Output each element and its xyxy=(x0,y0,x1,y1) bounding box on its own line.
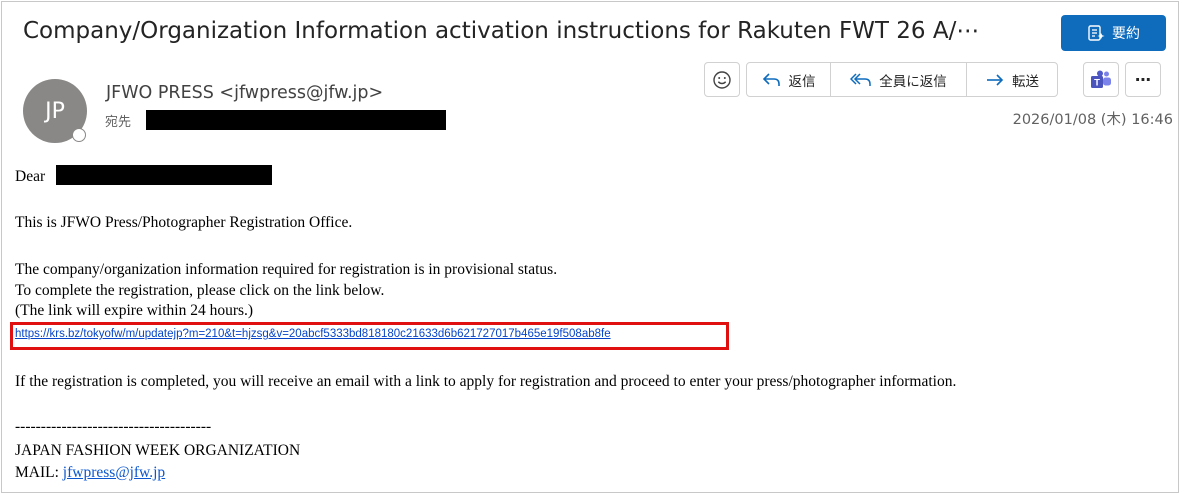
emoji-icon xyxy=(712,70,732,90)
forward-label: 転送 xyxy=(1012,73,1039,90)
recipient-redacted xyxy=(146,110,446,130)
teams-group: T xyxy=(1083,62,1119,97)
summary-icon xyxy=(1087,24,1105,42)
more-actions-button[interactable]: ⋯ xyxy=(1125,62,1161,97)
body-line-status: The company/organization information req… xyxy=(15,261,558,278)
reply-label: 返信 xyxy=(788,73,816,90)
avatar-initials: JP xyxy=(45,98,65,124)
reply-all-icon xyxy=(850,72,872,88)
greeting-name-redacted xyxy=(56,165,272,185)
to-label: 宛先 xyxy=(105,115,132,130)
signature-mail: MAIL: jfwpress@jfw.jp xyxy=(15,463,165,482)
reply-all-button[interactable]: 全員に返信 xyxy=(830,62,967,97)
reply-icon xyxy=(762,72,782,88)
emoji-group xyxy=(704,62,740,97)
summarize-label: 要約 xyxy=(1112,26,1140,42)
reply-all-label: 全員に返信 xyxy=(879,73,947,90)
more-icon: ⋯ xyxy=(1135,70,1151,89)
reply-button[interactable]: 返信 xyxy=(746,62,831,97)
more-group: ⋯ xyxy=(1125,62,1161,97)
mail-address-link[interactable]: jfwpress@jfw.jp xyxy=(63,464,165,481)
presence-status-icon xyxy=(72,128,86,142)
email-subject: Company/Organization Information activat… xyxy=(23,18,980,44)
svg-text:T: T xyxy=(1094,77,1100,88)
highlight-box xyxy=(10,322,729,350)
reply-group: 返信 全員に返信 転送 xyxy=(746,62,1058,97)
received-date: 2026/01/08 (木) 16:46 xyxy=(1012,112,1173,128)
body-line-expiry: (The link will expire within 24 hours.) xyxy=(15,302,254,319)
email-reading-pane: Company/Organization Information activat… xyxy=(1,1,1179,493)
sender-display[interactable]: JFWO PRESS <jfwpress@jfw.jp> xyxy=(106,83,383,103)
forward-button[interactable]: 転送 xyxy=(966,62,1058,97)
signature-separator: -------------------------------------- xyxy=(15,418,212,435)
signature-org: JAPAN FASHION WEEK ORGANIZATION xyxy=(15,442,301,459)
summarize-button[interactable]: 要約 xyxy=(1061,15,1166,51)
body-line-instruction: To complete the registration, please cli… xyxy=(15,282,385,299)
greeting: Dear xyxy=(15,168,46,185)
body-line-completion: If the registration is completed, you wi… xyxy=(15,373,957,390)
emoji-reaction-button[interactable] xyxy=(704,62,740,97)
teams-button[interactable]: T xyxy=(1083,62,1119,97)
body-line-intro: This is JFWO Press/Photographer Registra… xyxy=(15,214,353,231)
forward-icon xyxy=(985,72,1005,88)
teams-icon: T xyxy=(1090,70,1112,90)
mail-label: MAIL: xyxy=(15,464,63,481)
